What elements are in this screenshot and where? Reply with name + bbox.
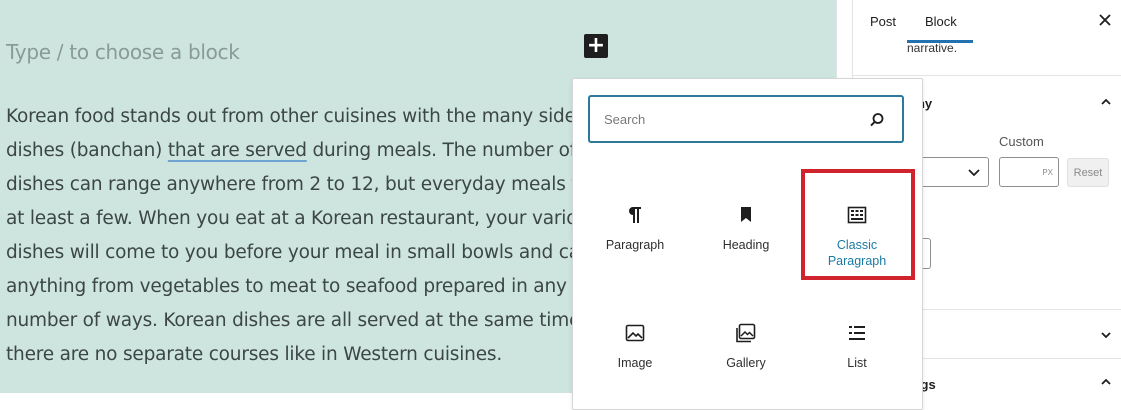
list-icon	[849, 326, 865, 340]
bookmark-icon	[741, 207, 751, 222]
spellcheck-underlined-text[interactable]: that are served	[168, 140, 307, 161]
block-label: Gallery	[726, 356, 766, 370]
close-icon[interactable]	[1098, 13, 1112, 27]
chevron-down-icon[interactable]	[1100, 329, 1112, 341]
paragraph-line: dishes will come to you before your meal…	[6, 242, 620, 263]
block-image[interactable]: Image	[579, 307, 691, 407]
tab-post[interactable]: Post	[870, 14, 896, 29]
chevron-up-icon[interactable]	[1100, 96, 1112, 108]
paragraph-line: Korean food stands out from other cuisin…	[6, 106, 576, 127]
search-icon	[870, 113, 884, 127]
paragraph-line: anything from vegetables to meat to seaf…	[6, 276, 567, 297]
search-box[interactable]	[588, 95, 904, 143]
paragraph-line: dishes can range anywhere from 2 to 12, …	[6, 174, 637, 195]
gallery-icon	[736, 323, 756, 343]
unit-label: PX	[1042, 168, 1053, 177]
block-inserter-button[interactable]: +	[584, 34, 608, 58]
block-description: narrative.	[907, 41, 958, 55]
block-label: Paragraph	[605, 238, 665, 252]
paragraph-line: dishes (banchan) that are served during …	[6, 134, 646, 168]
paragraph-line: at least a few. When you eat at a Korean…	[6, 208, 599, 229]
chevron-down-icon	[968, 169, 980, 177]
divider	[853, 75, 1121, 76]
block-gallery[interactable]: Gallery	[690, 307, 802, 407]
block-label: Heading	[722, 238, 770, 252]
paragraph-icon	[629, 207, 641, 223]
block-heading[interactable]: Heading	[690, 189, 802, 289]
paragraph-text: dishes (banchan)	[6, 140, 168, 161]
chevron-up-icon[interactable]	[1100, 376, 1112, 388]
image-icon	[625, 324, 645, 342]
custom-size-input[interactable]: PX	[999, 157, 1059, 187]
paragraph-line: number of ways. Korean dishes are all se…	[6, 310, 613, 331]
block-paragraph[interactable]: Paragraph	[579, 189, 691, 289]
highlight-box	[801, 169, 915, 280]
block-label: List	[847, 356, 867, 370]
block-list[interactable]: List	[801, 307, 913, 407]
reset-button[interactable]: Reset	[1067, 158, 1109, 187]
tab-block[interactable]: Block	[925, 14, 957, 29]
custom-size-label: Custom	[999, 134, 1044, 149]
search-input[interactable]	[604, 108, 854, 130]
block-placeholder[interactable]: Type / to choose a block	[6, 40, 240, 64]
paragraph-line: there are no separate courses like in We…	[6, 344, 502, 365]
block-inserter-popover: Paragraph Heading Classic Paragraph Imag…	[572, 78, 923, 410]
block-label: Image	[617, 356, 653, 370]
paragraph-block[interactable]: Korean food stands out from other cuisin…	[6, 100, 646, 372]
